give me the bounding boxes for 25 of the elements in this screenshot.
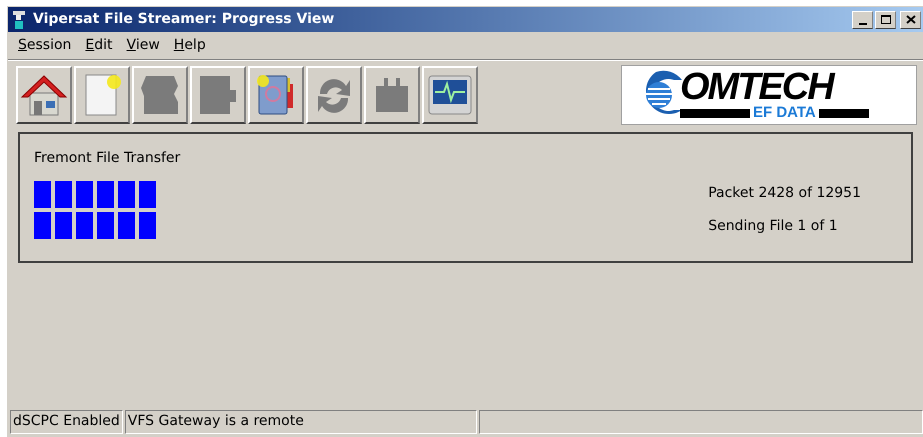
close-icon bbox=[906, 15, 916, 24]
logo-subtitle: EF DATA bbox=[753, 104, 816, 120]
logo-bar bbox=[818, 108, 869, 118]
status-pane: dSCPC Enabled bbox=[10, 410, 123, 434]
menu-item[interactable]: Session bbox=[12, 35, 78, 56]
monitor-icon bbox=[427, 74, 473, 116]
house-icon bbox=[20, 72, 68, 116]
logo-name: OMTECH bbox=[680, 68, 836, 104]
window-title: Vipersat File Streamer: Progress View bbox=[33, 10, 334, 29]
file-count: Sending File 1 of 1 bbox=[708, 217, 839, 236]
logo-bar bbox=[680, 108, 750, 118]
packet-count: Packet 2428 of 12951 bbox=[708, 184, 861, 203]
toolbar-button[interactable] bbox=[74, 66, 130, 124]
close-button[interactable] bbox=[900, 10, 921, 28]
minimize-button[interactable] bbox=[852, 10, 873, 28]
app-icon bbox=[11, 10, 27, 30]
transfer-title: Fremont File Transfer bbox=[34, 149, 182, 168]
toolbar-button[interactable] bbox=[16, 66, 72, 124]
menu-item[interactable]: View bbox=[120, 35, 166, 56]
maximize-button[interactable] bbox=[875, 10, 896, 28]
toolbar-button[interactable] bbox=[248, 66, 304, 124]
toolbar-button[interactable] bbox=[422, 66, 478, 124]
menu-item[interactable]: Edit bbox=[79, 35, 119, 56]
menu-item[interactable]: Help bbox=[168, 35, 212, 56]
status-pane: VFS Gateway is a remote bbox=[124, 410, 477, 434]
